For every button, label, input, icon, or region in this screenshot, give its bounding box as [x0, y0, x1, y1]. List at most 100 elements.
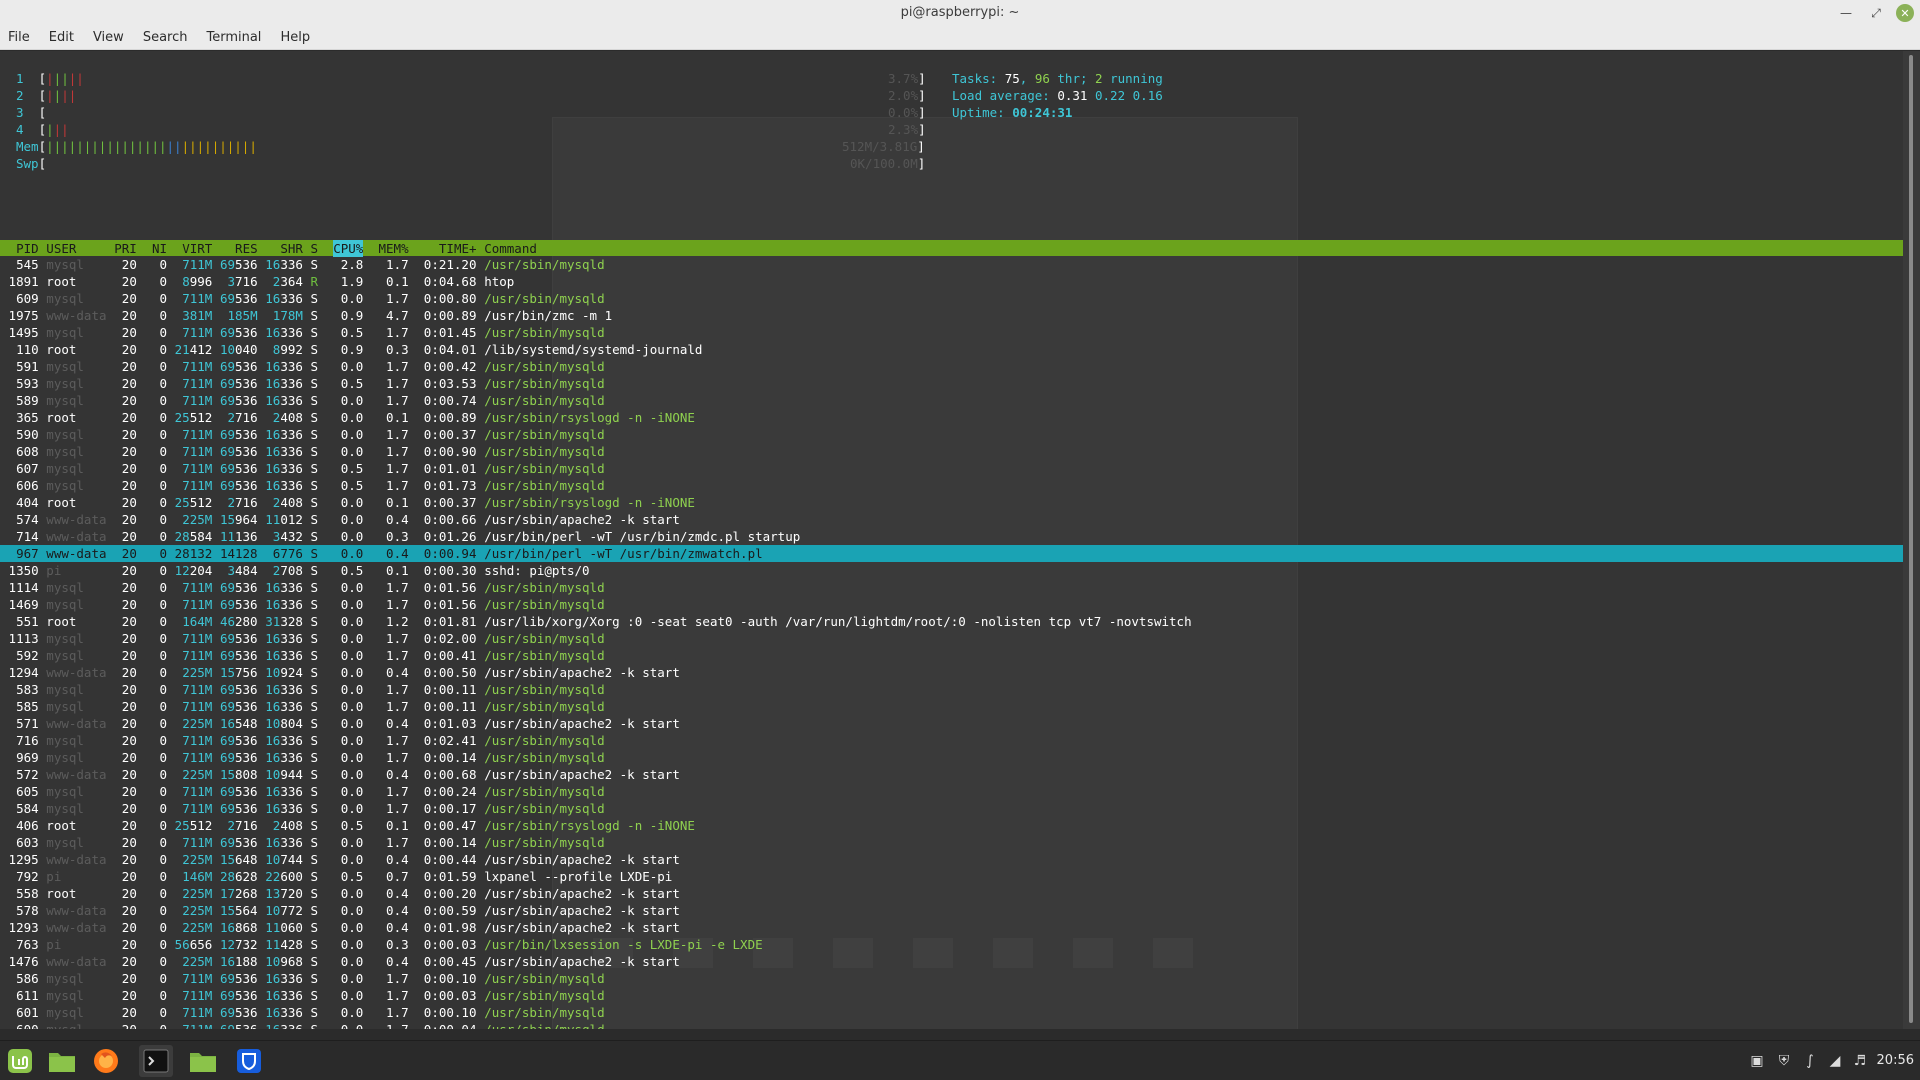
cell-mem: 1.7 — [386, 393, 409, 408]
menu-help[interactable]: Help — [280, 30, 310, 45]
table-row[interactable]: 589 mysql 20 0 711M 69536 16336 S 0.0 1.7 0:00.74 /… — [0, 392, 1903, 409]
table-row[interactable]: 404 root 20 0 25512 2716 2408 S 0.0 0.1 0:00.37/us… — [0, 494, 1903, 511]
column-header-res[interactable]: RES — [235, 240, 258, 257]
menu-launcher[interactable] — [3, 1045, 37, 1077]
column-header-command[interactable]: Command — [484, 240, 537, 257]
table-row[interactable]: 1469 mysql 20 0 711M 69536 16336 S 0.0 1.7 0:01.56… — [0, 596, 1903, 613]
table-row[interactable]: 611 mysql 20 0 711M 69536 16336 S 0.0 1.7 0:00.03 /… — [0, 987, 1903, 1004]
clock[interactable]: 20:56 — [1877, 1041, 1914, 1080]
terminal-scrollbar[interactable] — [1903, 51, 1920, 1029]
table-row[interactable]: 1495 mysql 20 0 711M 69536 16336 S 0.5 1.7 0:01.45… — [0, 324, 1903, 341]
taskbar-terminal[interactable] — [139, 1045, 173, 1077]
column-header-pid[interactable]: PID — [16, 240, 39, 257]
table-row[interactable]: 1294 www-data 20 0 225M 15756 10924 S 0.0 0.4 0:00… — [0, 664, 1903, 681]
cell-pid: 365 — [16, 410, 39, 425]
table-row[interactable]: 969 mysql 20 0 711M 69536 16336 S 0.0 1.7 0:00.14 /… — [0, 749, 1903, 766]
table-row[interactable]: 586 mysql 20 0 711M 69536 16336 S 0.0 1.7 0:00.10 /… — [0, 970, 1903, 987]
table-row[interactable]: 1350 pi 20 0 12204 3484 2708 S 0.5 0.1 0:00.30 sshd… — [0, 562, 1903, 579]
column-header-cpu[interactable]: CPU% — [333, 240, 364, 257]
table-row[interactable]: 583 mysql 20 0 711M 69536 16336 S 0.0 1.7 0:00.11 /… — [0, 681, 1903, 698]
table-row[interactable]: 763 pi 20 0 56656 12732 11428 S 0.0 0.3 0:00.03/us… — [0, 936, 1903, 953]
column-header-time[interactable]: TIME+ — [439, 240, 477, 257]
terminal-area[interactable]: 1 [||||| 3.7%] 2 [|||| 2.0%] 3 [0.0%] 4 [||| 2… — [0, 51, 1903, 1029]
taskbar-files-2[interactable] — [186, 1045, 220, 1077]
table-row[interactable]: 1975 www-data 20 0 381M 185M 178M S 0.9 4.7 0:00.8… — [0, 307, 1903, 324]
cell-time: 0:00.90 — [423, 444, 477, 459]
table-row[interactable]: 606 mysql 20 0 711M 69536 16336 S 0.5 1.7 0:01.73 /… — [0, 477, 1903, 494]
column-header-state[interactable]: S — [311, 240, 319, 257]
table-row[interactable]: 714 www-data 20 0 28584 11136 3432 S 0.0 0.3 0:01.… — [0, 528, 1903, 545]
scrollbar-thumb[interactable] — [1909, 55, 1913, 1023]
cell-shr: 16336 — [265, 580, 303, 595]
table-row[interactable]: 571 www-data 20 0 225M 16548 10804 S 0.0 0.4 0:01.… — [0, 715, 1903, 732]
table-row[interactable]: 603 mysql 20 0 711M 69536 16336 S 0.0 1.7 0:00.14 /… — [0, 834, 1903, 851]
tray-shield[interactable]: ⛨ — [1774, 1051, 1794, 1071]
column-header-mem[interactable]: MEM% — [379, 240, 409, 257]
taskbar-files-1[interactable] — [45, 1045, 79, 1077]
cell-user: root — [46, 342, 77, 357]
tray-wifi[interactable]: ◢ — [1825, 1051, 1845, 1071]
column-header-pri[interactable]: PRI — [114, 240, 137, 257]
cell-pri: 20 — [121, 903, 137, 918]
close-button[interactable]: ✕ — [1896, 4, 1914, 22]
menu-edit[interactable]: Edit — [49, 30, 74, 45]
cell-mem: 0.4 — [386, 767, 409, 782]
menu-search[interactable]: Search — [143, 30, 188, 45]
table-row[interactable]: 558 root 20 0 225M 17268 13720 S 0.0 0.4 0:00.20/u… — [0, 885, 1903, 902]
column-header-virt[interactable]: VIRT — [182, 240, 212, 257]
cell-pid: 763 — [16, 937, 39, 952]
table-row[interactable]: 590 mysql 20 0 711M 69536 16336 S 0.0 1.7 0:00.37 /… — [0, 426, 1903, 443]
taskbar-firefox[interactable] — [89, 1045, 123, 1077]
column-header-shr[interactable]: SHR — [280, 240, 303, 257]
table-row[interactable]: 1114 mysql 20 0 711M 69536 16336 S 0.0 1.7 0:01.56… — [0, 579, 1903, 596]
table-row[interactable]: 592 mysql 20 0 711M 69536 16336 S 0.0 1.7 0:00.41 /… — [0, 647, 1903, 664]
table-row[interactable]: 591 mysql 20 0 711M 69536 16336 S 0.0 1.7 0:00.42 /… — [0, 358, 1903, 375]
table-row[interactable]: 1113 mysql 20 0 711M 69536 16336 S 0.0 1.7 0:02.00… — [0, 630, 1903, 647]
table-row[interactable]: 110 root 20 0 21412 10040 8992 S 0.9 0.3 0:04.01/l… — [0, 341, 1903, 358]
table-row[interactable]: 1293 www-data 20 0 225M 16868 11060 S 0.0 0.4 0:01… — [0, 919, 1903, 936]
table-row[interactable]: 593 mysql 20 0 711M 69536 16336 S 0.5 1.7 0:03.53 /… — [0, 375, 1903, 392]
tray-volume[interactable]: ♬ — [1850, 1051, 1870, 1071]
minimize-button[interactable]: — — [1836, 3, 1856, 23]
cell-command: lxpanel --profile LXDE-pi — [484, 869, 673, 884]
menu-terminal[interactable]: Terminal — [206, 30, 261, 45]
maximize-button[interactable]: ⤢ — [1866, 3, 1886, 23]
cell-cpu: 0.0 — [340, 648, 364, 663]
table-row[interactable]: 406 root 20 0 25512 2716 2408 S 0.5 0.1 0:00.47/us… — [0, 817, 1903, 834]
table-row[interactable]: 578 www-data 20 0 225M 15564 10772 S 0.0 0.4 0:00.… — [0, 902, 1903, 919]
table-row[interactable]: 605 mysql 20 0 711M 69536 16336 S 0.0 1.7 0:00.24 /… — [0, 783, 1903, 800]
cell-user: mysql — [46, 325, 84, 340]
cell-res: 69536 — [219, 648, 258, 663]
table-row[interactable]: 365 root 20 0 25512 2716 2408 S 0.0 0.1 0:00.89/us… — [0, 409, 1903, 426]
table-row[interactable]: 1476 www-data 20 0 225M 16188 10968 S 0.0 0.4 0:00… — [0, 953, 1903, 970]
table-row[interactable]: 601 mysql 20 0 711M 69536 16336 S 0.0 1.7 0:00.10 /… — [0, 1004, 1903, 1021]
table-row[interactable]: 716 mysql 20 0 711M 69536 16336 S 0.0 1.7 0:02.41 /… — [0, 732, 1903, 749]
table-row[interactable]: 608 mysql 20 0 711M 69536 16336 S 0.0 1.7 0:00.90 /… — [0, 443, 1903, 460]
table-row[interactable]: 584 mysql 20 0 711M 69536 16336 S 0.0 1.7 0:00.17 /… — [0, 800, 1903, 817]
cell-cpu: 0.0 — [340, 852, 364, 867]
folder-icon — [49, 1053, 75, 1072]
tray-bluetooth[interactable]: ∫ — [1800, 1051, 1820, 1071]
menu-file[interactable]: File — [8, 30, 30, 45]
window-titlebar[interactable]: pi@raspberrypi: ~ — ⤢ ✕ — [0, 0, 1920, 26]
taskbar-bitwarden[interactable] — [232, 1045, 266, 1077]
table-row[interactable]: 607 mysql 20 0 711M 69536 16336 S 0.5 1.7 0:01.01 /… — [0, 460, 1903, 477]
table-row[interactable]: 609 mysql 20 0 711M 69536 16336 S 0.0 1.7 0:00.80 /… — [0, 290, 1903, 307]
table-row[interactable]: 574 www-data 20 0 225M 15964 11012 S 0.0 0.4 0:00.… — [0, 511, 1903, 528]
cell-time: 0:01.73 — [423, 478, 477, 493]
cell-time: 0:01.59 — [423, 869, 477, 884]
table-row[interactable]: 1295 www-data 20 0 225M 15648 10744 S 0.0 0.4 0:00… — [0, 851, 1903, 868]
table-row[interactable]: 600 mysql 20 0 711M 69536 16336 S 0.0 1.7 0:00.04 /… — [0, 1021, 1903, 1029]
table-row[interactable]: 967 www-data 20 0 28132 14128 6776 S 0.0 0.4 0:00.… — [0, 545, 1903, 562]
table-row[interactable]: 1891 root 20 0 8996 3716 2364 R 1.9 0.1 0:04.68 hto… — [0, 273, 1903, 290]
column-header-ni[interactable]: NI — [152, 240, 167, 257]
menu-view[interactable]: View — [93, 30, 124, 45]
column-header-user[interactable]: USER — [46, 240, 76, 257]
cell-cpu: 0.0 — [340, 903, 364, 918]
table-row[interactable]: 585 mysql 20 0 711M 69536 16336 S 0.0 1.7 0:00.11 /… — [0, 698, 1903, 715]
table-row[interactable]: 551 root 20 0 164M 46280 31328 S 0.0 1.2 0:01.81/u… — [0, 613, 1903, 630]
table-row[interactable]: 545 mysql 20 0 711M 69536 16336 S 2.8 1.7 0:21.20 /… — [0, 256, 1903, 273]
tray-bitwarden[interactable]: ▣ — [1747, 1051, 1767, 1071]
table-row[interactable]: 792 pi 20 0 146M 28628 22600 S 0.5 0.7 0:01.59 lxpa… — [0, 868, 1903, 885]
table-row[interactable]: 572 www-data 20 0 225M 15808 10944 S 0.0 0.4 0:00.… — [0, 766, 1903, 783]
